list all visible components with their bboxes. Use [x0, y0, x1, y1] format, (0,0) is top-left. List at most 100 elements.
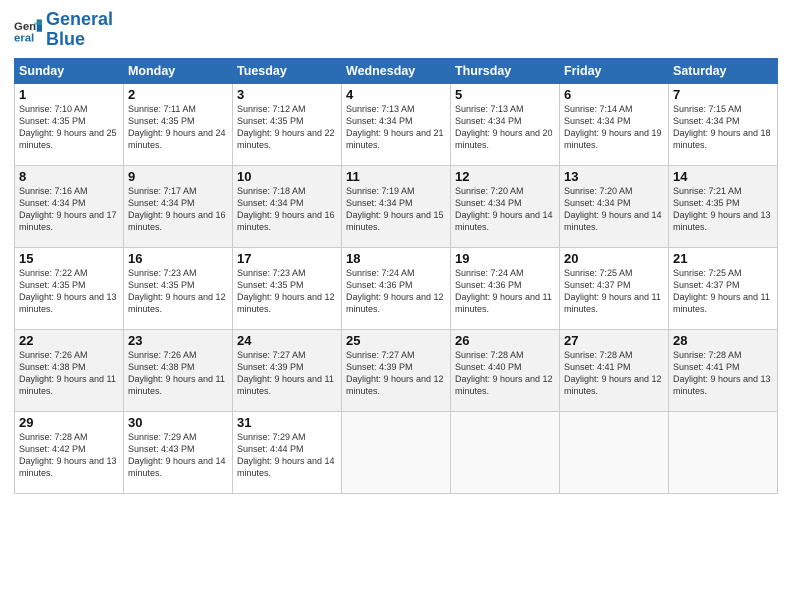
calendar-cell: 12 Sunrise: 7:20 AM Sunset: 4:34 PM Dayl… [451, 165, 560, 247]
header-friday: Friday [560, 58, 669, 83]
day-number: 31 [237, 415, 337, 430]
calendar-cell: 27 Sunrise: 7:28 AM Sunset: 4:41 PM Dayl… [560, 329, 669, 411]
calendar-cell [560, 411, 669, 493]
day-number: 15 [19, 251, 119, 266]
cell-info: Sunrise: 7:25 AM Sunset: 4:37 PM Dayligh… [673, 267, 773, 316]
day-number: 16 [128, 251, 228, 266]
cell-info: Sunrise: 7:25 AM Sunset: 4:37 PM Dayligh… [564, 267, 664, 316]
cell-info: Sunrise: 7:20 AM Sunset: 4:34 PM Dayligh… [455, 185, 555, 234]
calendar-cell: 8 Sunrise: 7:16 AM Sunset: 4:34 PM Dayli… [15, 165, 124, 247]
week-row-4: 22 Sunrise: 7:26 AM Sunset: 4:38 PM Dayl… [15, 329, 778, 411]
calendar-cell: 24 Sunrise: 7:27 AM Sunset: 4:39 PM Dayl… [233, 329, 342, 411]
cell-info: Sunrise: 7:20 AM Sunset: 4:34 PM Dayligh… [564, 185, 664, 234]
cell-info: Sunrise: 7:28 AM Sunset: 4:42 PM Dayligh… [19, 431, 119, 480]
header-sunday: Sunday [15, 58, 124, 83]
cell-info: Sunrise: 7:22 AM Sunset: 4:35 PM Dayligh… [19, 267, 119, 316]
logo: Gen eral General Blue [14, 10, 113, 50]
calendar-cell: 7 Sunrise: 7:15 AM Sunset: 4:34 PM Dayli… [669, 83, 778, 165]
day-number: 7 [673, 87, 773, 102]
calendar-cell: 3 Sunrise: 7:12 AM Sunset: 4:35 PM Dayli… [233, 83, 342, 165]
header-tuesday: Tuesday [233, 58, 342, 83]
svg-text:Gen: Gen [14, 21, 36, 33]
cell-info: Sunrise: 7:17 AM Sunset: 4:34 PM Dayligh… [128, 185, 228, 234]
calendar-cell: 29 Sunrise: 7:28 AM Sunset: 4:42 PM Dayl… [15, 411, 124, 493]
day-number: 21 [673, 251, 773, 266]
cell-info: Sunrise: 7:13 AM Sunset: 4:34 PM Dayligh… [346, 103, 446, 152]
calendar-cell: 6 Sunrise: 7:14 AM Sunset: 4:34 PM Dayli… [560, 83, 669, 165]
calendar-header-row: SundayMondayTuesdayWednesdayThursdayFrid… [15, 58, 778, 83]
day-number: 13 [564, 169, 664, 184]
cell-info: Sunrise: 7:11 AM Sunset: 4:35 PM Dayligh… [128, 103, 228, 152]
calendar-table: SundayMondayTuesdayWednesdayThursdayFrid… [14, 58, 778, 494]
header-monday: Monday [124, 58, 233, 83]
cell-info: Sunrise: 7:27 AM Sunset: 4:39 PM Dayligh… [346, 349, 446, 398]
header-thursday: Thursday [451, 58, 560, 83]
cell-info: Sunrise: 7:15 AM Sunset: 4:34 PM Dayligh… [673, 103, 773, 152]
calendar-cell: 18 Sunrise: 7:24 AM Sunset: 4:36 PM Dayl… [342, 247, 451, 329]
day-number: 23 [128, 333, 228, 348]
week-row-1: 1 Sunrise: 7:10 AM Sunset: 4:35 PM Dayli… [15, 83, 778, 165]
cell-info: Sunrise: 7:24 AM Sunset: 4:36 PM Dayligh… [455, 267, 555, 316]
calendar-cell: 11 Sunrise: 7:19 AM Sunset: 4:34 PM Dayl… [342, 165, 451, 247]
cell-info: Sunrise: 7:12 AM Sunset: 4:35 PM Dayligh… [237, 103, 337, 152]
cell-info: Sunrise: 7:26 AM Sunset: 4:38 PM Dayligh… [19, 349, 119, 398]
day-number: 17 [237, 251, 337, 266]
calendar-cell: 30 Sunrise: 7:29 AM Sunset: 4:43 PM Dayl… [124, 411, 233, 493]
calendar-cell: 26 Sunrise: 7:28 AM Sunset: 4:40 PM Dayl… [451, 329, 560, 411]
cell-info: Sunrise: 7:13 AM Sunset: 4:34 PM Dayligh… [455, 103, 555, 152]
calendar-cell: 14 Sunrise: 7:21 AM Sunset: 4:35 PM Dayl… [669, 165, 778, 247]
calendar-cell: 16 Sunrise: 7:23 AM Sunset: 4:35 PM Dayl… [124, 247, 233, 329]
calendar-cell [669, 411, 778, 493]
calendar-cell: 13 Sunrise: 7:20 AM Sunset: 4:34 PM Dayl… [560, 165, 669, 247]
day-number: 26 [455, 333, 555, 348]
calendar-cell [342, 411, 451, 493]
cell-info: Sunrise: 7:29 AM Sunset: 4:43 PM Dayligh… [128, 431, 228, 480]
cell-info: Sunrise: 7:19 AM Sunset: 4:34 PM Dayligh… [346, 185, 446, 234]
calendar-cell: 31 Sunrise: 7:29 AM Sunset: 4:44 PM Dayl… [233, 411, 342, 493]
day-number: 30 [128, 415, 228, 430]
calendar-cell: 4 Sunrise: 7:13 AM Sunset: 4:34 PM Dayli… [342, 83, 451, 165]
calendar-cell: 25 Sunrise: 7:27 AM Sunset: 4:39 PM Dayl… [342, 329, 451, 411]
day-number: 8 [19, 169, 119, 184]
cell-info: Sunrise: 7:10 AM Sunset: 4:35 PM Dayligh… [19, 103, 119, 152]
page-container: Gen eral General Blue SundayMondayTuesda… [0, 0, 792, 502]
day-number: 3 [237, 87, 337, 102]
header-saturday: Saturday [669, 58, 778, 83]
calendar-cell: 19 Sunrise: 7:24 AM Sunset: 4:36 PM Dayl… [451, 247, 560, 329]
day-number: 11 [346, 169, 446, 184]
calendar-cell: 28 Sunrise: 7:28 AM Sunset: 4:41 PM Dayl… [669, 329, 778, 411]
svg-text:eral: eral [14, 32, 34, 44]
day-number: 9 [128, 169, 228, 184]
calendar-cell [451, 411, 560, 493]
week-row-2: 8 Sunrise: 7:16 AM Sunset: 4:34 PM Dayli… [15, 165, 778, 247]
cell-info: Sunrise: 7:28 AM Sunset: 4:41 PM Dayligh… [564, 349, 664, 398]
day-number: 27 [564, 333, 664, 348]
day-number: 6 [564, 87, 664, 102]
cell-info: Sunrise: 7:18 AM Sunset: 4:34 PM Dayligh… [237, 185, 337, 234]
logo-icon: Gen eral [14, 16, 42, 44]
day-number: 2 [128, 87, 228, 102]
day-number: 4 [346, 87, 446, 102]
cell-info: Sunrise: 7:29 AM Sunset: 4:44 PM Dayligh… [237, 431, 337, 480]
cell-info: Sunrise: 7:16 AM Sunset: 4:34 PM Dayligh… [19, 185, 119, 234]
calendar-cell: 21 Sunrise: 7:25 AM Sunset: 4:37 PM Dayl… [669, 247, 778, 329]
header-wednesday: Wednesday [342, 58, 451, 83]
cell-info: Sunrise: 7:28 AM Sunset: 4:41 PM Dayligh… [673, 349, 773, 398]
calendar-cell: 5 Sunrise: 7:13 AM Sunset: 4:34 PM Dayli… [451, 83, 560, 165]
week-row-3: 15 Sunrise: 7:22 AM Sunset: 4:35 PM Dayl… [15, 247, 778, 329]
calendar-cell: 2 Sunrise: 7:11 AM Sunset: 4:35 PM Dayli… [124, 83, 233, 165]
cell-info: Sunrise: 7:27 AM Sunset: 4:39 PM Dayligh… [237, 349, 337, 398]
calendar-cell: 20 Sunrise: 7:25 AM Sunset: 4:37 PM Dayl… [560, 247, 669, 329]
cell-info: Sunrise: 7:24 AM Sunset: 4:36 PM Dayligh… [346, 267, 446, 316]
day-number: 1 [19, 87, 119, 102]
day-number: 28 [673, 333, 773, 348]
cell-info: Sunrise: 7:14 AM Sunset: 4:34 PM Dayligh… [564, 103, 664, 152]
cell-info: Sunrise: 7:23 AM Sunset: 4:35 PM Dayligh… [128, 267, 228, 316]
day-number: 29 [19, 415, 119, 430]
cell-info: Sunrise: 7:26 AM Sunset: 4:38 PM Dayligh… [128, 349, 228, 398]
day-number: 5 [455, 87, 555, 102]
cell-info: Sunrise: 7:21 AM Sunset: 4:35 PM Dayligh… [673, 185, 773, 234]
logo-text-blue: Blue [46, 30, 113, 50]
day-number: 25 [346, 333, 446, 348]
calendar-cell: 22 Sunrise: 7:26 AM Sunset: 4:38 PM Dayl… [15, 329, 124, 411]
